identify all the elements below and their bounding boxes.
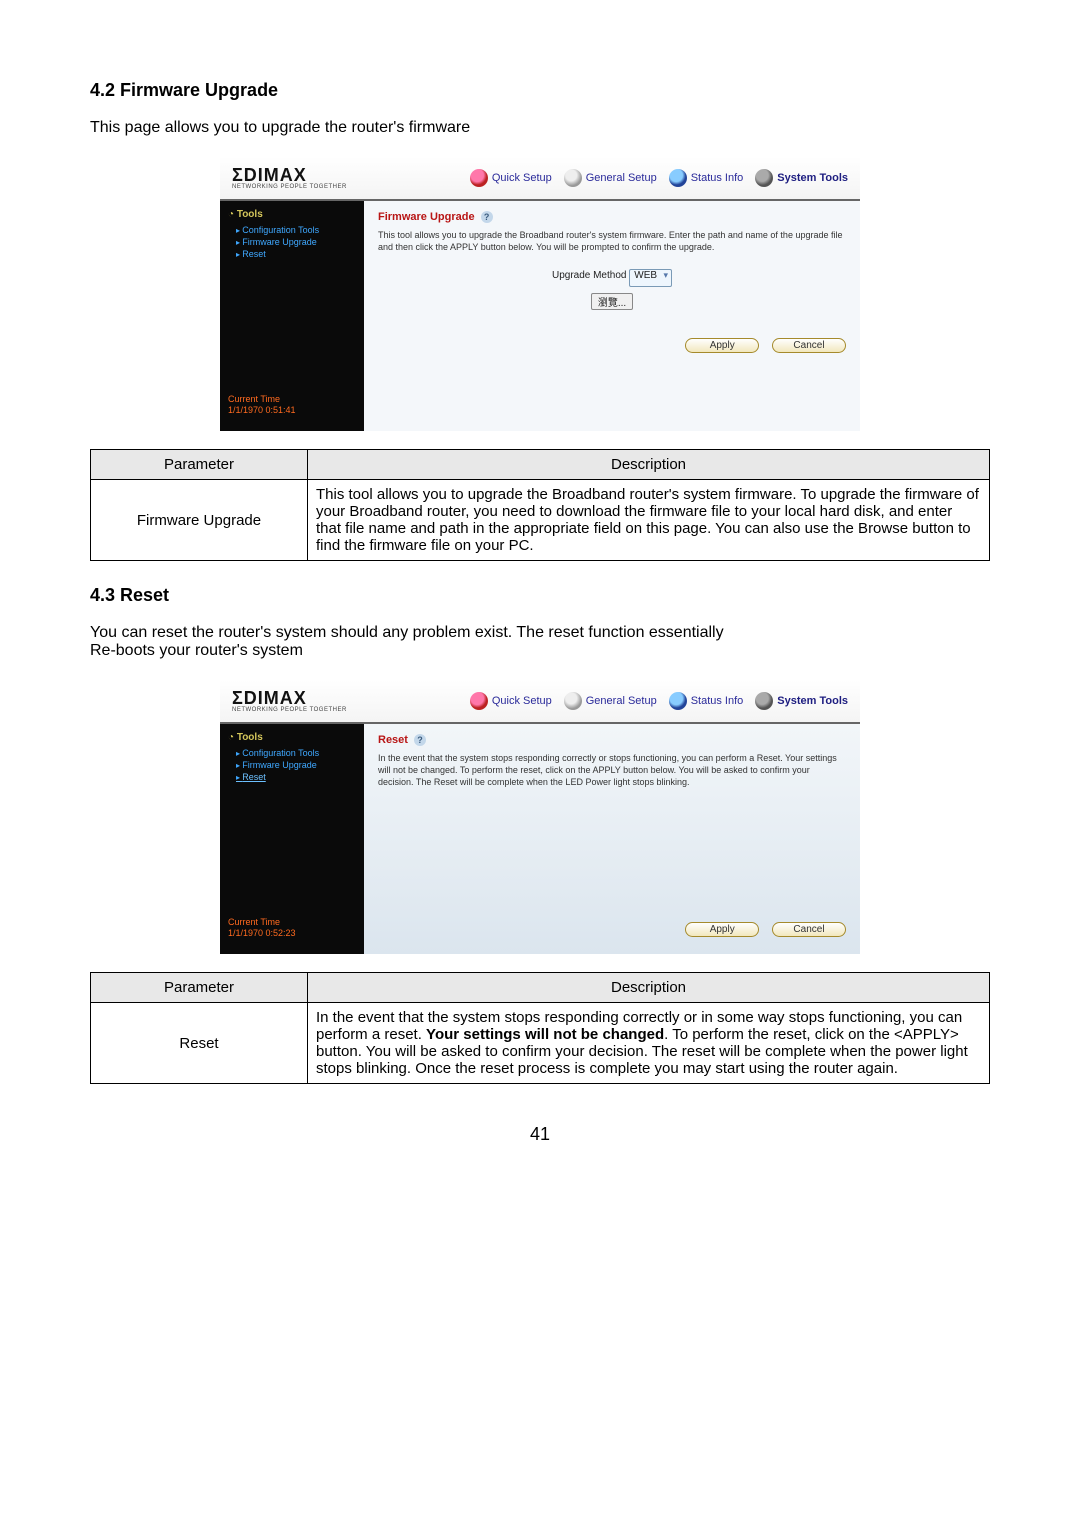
router-header: ΣDIMAX NETWORKING PEOPLE TOGETHER Quick …	[220, 680, 860, 724]
sidebar-category-tools[interactable]: Tools	[228, 209, 356, 220]
status-info-icon	[669, 692, 687, 710]
help-icon[interactable]: ?	[414, 734, 426, 746]
nav-system-tools[interactable]: System Tools	[755, 169, 848, 187]
sidebar-item-reset[interactable]: Reset	[228, 248, 356, 260]
sidebar-item-firmware-upgrade[interactable]: Firmware Upgrade	[228, 236, 356, 248]
panel-title-reset: Reset	[378, 734, 408, 746]
firmware-table: Parameter Description Firmware Upgrade T…	[90, 449, 990, 561]
heading-4-2: 4.2 Firmware Upgrade	[90, 80, 990, 101]
panel-desc-reset: In the event that the system stops respo…	[378, 752, 846, 788]
page-number: 41	[90, 1124, 990, 1145]
upgrade-method-label: Upgrade Method	[552, 270, 627, 281]
brand-tagline: NETWORKING PEOPLE TOGETHER	[232, 707, 347, 713]
heading-4-3: 4.3 Reset	[90, 585, 990, 606]
general-setup-icon	[564, 169, 582, 187]
sidebar-item-config-tools[interactable]: Configuration Tools	[228, 747, 356, 759]
th-parameter: Parameter	[91, 973, 308, 1003]
th-parameter: Parameter	[91, 450, 308, 480]
cancel-button[interactable]: Cancel	[772, 922, 846, 937]
panel-title-firmware: Firmware Upgrade	[378, 211, 475, 223]
firmware-screenshot: ΣDIMAX NETWORKING PEOPLE TOGETHER Quick …	[90, 157, 990, 431]
nav-quick-setup[interactable]: Quick Setup	[470, 692, 552, 710]
desc-firmware-upgrade: This tool allows you to upgrade the Broa…	[308, 480, 990, 561]
nav-quick-setup[interactable]: Quick Setup	[470, 169, 552, 187]
th-description: Description	[308, 973, 990, 1003]
brand-logo: ΣDIMAX	[232, 166, 347, 184]
nav-general-setup[interactable]: General Setup	[564, 169, 657, 187]
panel-desc-firmware: This tool allows you to upgrade the Broa…	[378, 229, 846, 253]
quick-setup-icon	[470, 169, 488, 187]
cancel-button[interactable]: Cancel	[772, 338, 846, 353]
router-header: ΣDIMAX NETWORKING PEOPLE TOGETHER Quick …	[220, 157, 860, 201]
sidebar-item-firmware-upgrade[interactable]: Firmware Upgrade	[228, 759, 356, 771]
reset-screenshot: ΣDIMAX NETWORKING PEOPLE TOGETHER Quick …	[90, 680, 990, 954]
sidebar-category-tools[interactable]: Tools	[228, 732, 356, 743]
current-time-label: Current Time	[228, 394, 356, 406]
quick-setup-icon	[470, 692, 488, 710]
brand-logo: ΣDIMAX	[232, 689, 347, 707]
reset-table: Parameter Description Reset In the event…	[90, 972, 990, 1084]
general-setup-icon	[564, 692, 582, 710]
brand-tagline: NETWORKING PEOPLE TOGETHER	[232, 184, 347, 190]
nav-status-info[interactable]: Status Info	[669, 169, 744, 187]
th-description: Description	[308, 450, 990, 480]
sidebar-item-config-tools[interactable]: Configuration Tools	[228, 224, 356, 236]
sidebar-item-reset[interactable]: Reset	[228, 771, 356, 783]
table-row: Reset In the event that the system stops…	[91, 1003, 990, 1084]
desc-reset: In the event that the system stops respo…	[308, 1003, 990, 1084]
system-tools-icon	[755, 692, 773, 710]
table-row: Firmware Upgrade This tool allows you to…	[91, 480, 990, 561]
upgrade-method-select[interactable]: WEB	[629, 269, 672, 287]
param-reset: Reset	[91, 1003, 308, 1084]
help-icon[interactable]: ?	[481, 211, 493, 223]
apply-button[interactable]: Apply	[685, 338, 759, 353]
intro-4-3: You can reset the router's system should…	[90, 624, 990, 660]
system-tools-icon	[755, 169, 773, 187]
nav-system-tools[interactable]: System Tools	[755, 692, 848, 710]
nav-general-setup[interactable]: General Setup	[564, 692, 657, 710]
current-time-value: 1/1/1970 0:52:23	[228, 928, 356, 940]
apply-button[interactable]: Apply	[685, 922, 759, 937]
current-time-label: Current Time	[228, 917, 356, 929]
browse-button[interactable]: 瀏覽...	[591, 293, 633, 310]
current-time-value: 1/1/1970 0:51:41	[228, 405, 356, 417]
intro-4-2: This page allows you to upgrade the rout…	[90, 119, 990, 137]
param-firmware-upgrade: Firmware Upgrade	[91, 480, 308, 561]
status-info-icon	[669, 169, 687, 187]
nav-status-info[interactable]: Status Info	[669, 692, 744, 710]
